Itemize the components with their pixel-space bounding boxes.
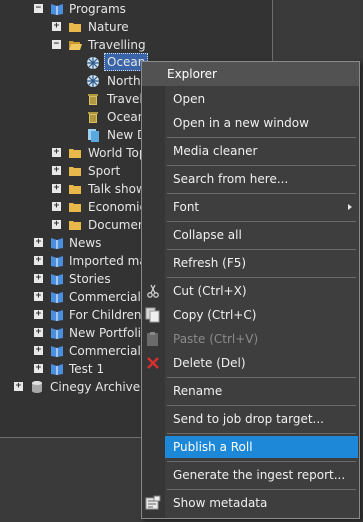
snowflake-icon: [86, 74, 100, 88]
book-icon: [50, 290, 64, 304]
context-menu-title: Explorer: [142, 62, 359, 86]
menu-item-publish-a-roll[interactable]: Publish a Roll: [165, 436, 358, 458]
menu-item-font-label: Font: [173, 200, 200, 214]
trash-icon: [86, 110, 100, 124]
expand-icon[interactable]: +: [34, 310, 43, 319]
tree-item-label: Commercials: [69, 290, 148, 304]
delete-x-icon: [145, 355, 161, 371]
expand-icon[interactable]: +: [34, 274, 43, 283]
expand-icon[interactable]: +: [34, 238, 43, 247]
tree-item-label: Travel: [107, 92, 143, 106]
document-icon: [86, 128, 100, 142]
tree-item-label: World Top: [88, 146, 147, 160]
book-icon: [50, 308, 64, 322]
folder-icon: [68, 218, 82, 232]
tree-item-label: Talk show: [88, 182, 146, 196]
book-icon: [50, 236, 64, 250]
tree-item-label: North: [107, 74, 141, 88]
menu-item-search-from-here[interactable]: Search from here...: [165, 168, 358, 190]
menu-separator: [167, 249, 356, 250]
expand-icon[interactable]: +: [52, 22, 61, 31]
menu-separator: [167, 193, 356, 194]
expand-icon[interactable]: +: [52, 220, 61, 229]
tree-item-label: Stories: [69, 272, 111, 286]
folder-icon: [68, 20, 82, 34]
book-icon: [50, 272, 64, 286]
metadata-icon: [145, 495, 161, 511]
tree-item-label: Cinegy Archive :: [50, 380, 148, 394]
expand-icon[interactable]: +: [52, 184, 61, 193]
menu-item-rename[interactable]: Rename: [165, 380, 358, 402]
menu-item-open[interactable]: Open: [165, 88, 358, 110]
tree-item-label: Nature: [88, 20, 129, 34]
folder-icon: [68, 146, 82, 160]
menu-separator: [167, 377, 356, 378]
book-icon: [50, 326, 64, 340]
tree-item-travelling[interactable]: − Travelling: [0, 36, 272, 54]
copy-icon: [145, 307, 161, 323]
tree-item-label: For Children: [69, 308, 142, 322]
tree-item-label: Imported mat: [69, 254, 152, 268]
menu-separator: [167, 165, 356, 166]
scissors-icon: [145, 283, 161, 299]
tree-item-label: New Portfoli: [69, 326, 142, 340]
folder-icon: [68, 200, 82, 214]
menu-item-delete[interactable]: Delete (Del): [165, 352, 358, 374]
tree-item-label: Programs: [69, 2, 126, 16]
expand-icon[interactable]: +: [14, 382, 23, 391]
database-icon: [30, 380, 44, 394]
tree-item-label: Travelling: [88, 38, 146, 52]
menu-icon-gutter: [142, 86, 165, 518]
expand-icon[interactable]: +: [34, 328, 43, 337]
menu-item-send-to-job-drop[interactable]: Send to job drop target...: [165, 408, 358, 430]
folder-icon: [68, 164, 82, 178]
tree-item-label: Economic: [88, 200, 147, 214]
expand-icon[interactable]: +: [52, 148, 61, 157]
menu-separator: [167, 277, 356, 278]
menu-item-media-cleaner[interactable]: Media cleaner: [165, 140, 358, 162]
tree-item-label: Commercial a: [69, 344, 152, 358]
trash-icon: [86, 92, 100, 106]
paste-icon: [145, 331, 161, 347]
snowflake-icon: [86, 56, 100, 70]
menu-item-open-new-window[interactable]: Open in a new window: [165, 112, 358, 134]
tree-item-label: News: [69, 236, 102, 250]
menu-item-show-metadata[interactable]: Show metadata: [165, 492, 358, 514]
menu-item-generate-ingest-report[interactable]: Generate the ingest report...: [165, 464, 358, 486]
menu-item-cut[interactable]: Cut (Ctrl+X): [165, 280, 358, 302]
book-icon: [50, 362, 64, 376]
menu-item-copy[interactable]: Copy (Ctrl+C): [165, 304, 358, 326]
menu-separator: [167, 461, 356, 462]
expand-icon[interactable]: +: [52, 202, 61, 211]
menu-separator: [167, 221, 356, 222]
menu-item-paste: Paste (Ctrl+V): [173, 332, 259, 346]
tree-item-nature[interactable]: + Nature: [0, 18, 272, 36]
expand-icon[interactable]: +: [34, 256, 43, 265]
menu-item-refresh[interactable]: Refresh (F5): [165, 252, 358, 274]
expand-icon[interactable]: +: [34, 364, 43, 373]
expand-icon[interactable]: +: [52, 166, 61, 175]
menu-item-font[interactable]: Font: [165, 196, 358, 218]
book-icon: [50, 254, 64, 268]
tree-item-label: Sport: [88, 164, 121, 178]
tree-item-label: Test 1: [69, 362, 105, 376]
menu-item-collapse-all[interactable]: Collapse all: [165, 224, 358, 246]
collapse-icon[interactable]: −: [52, 40, 61, 49]
folder-icon: [68, 182, 82, 196]
context-menu: Explorer Open Open in a new window Media…: [141, 61, 360, 519]
menu-separator: [167, 405, 356, 406]
tree-item-label: Documen: [88, 218, 146, 232]
tree-item-label: Ocean: [107, 110, 146, 124]
menu-separator: [167, 137, 356, 138]
menu-separator: [167, 489, 356, 490]
expand-icon[interactable]: +: [34, 346, 43, 355]
book-icon: [50, 344, 64, 358]
tree-item-programs[interactable]: − Programs: [0, 0, 272, 18]
collapse-icon[interactable]: −: [34, 4, 43, 13]
book-icon: [50, 2, 64, 16]
expand-icon[interactable]: +: [34, 292, 43, 301]
submenu-arrow-icon: [348, 204, 352, 210]
menu-separator: [167, 433, 356, 434]
folder-open-icon: [68, 38, 82, 52]
